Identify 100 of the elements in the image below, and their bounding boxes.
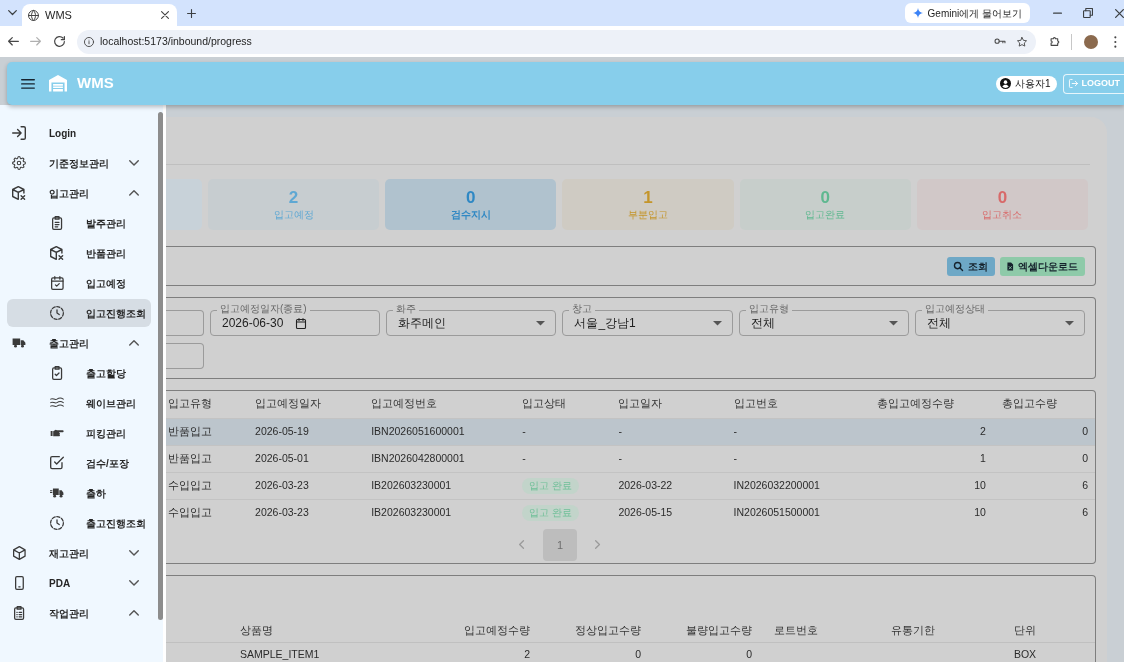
user-chip[interactable]: 사용자1 [995, 75, 1057, 92]
address-field[interactable]: localhost:5173/inbound/progress [77, 29, 1036, 54]
table-cell: 2026-05-01 [245, 445, 362, 472]
clock-icon [50, 306, 64, 320]
stat-count: 2 [288, 189, 299, 206]
gemini-button[interactable]: Gemini에게 물어보기 [904, 3, 1030, 23]
star-icon[interactable] [1017, 36, 1027, 47]
input-field[interactable] [166, 343, 204, 369]
sidebar-item[interactable]: 출고관리 [7, 329, 151, 357]
table-cell: 수입입고 [166, 472, 246, 499]
sidebar-item[interactable]: 재고관리 [7, 539, 151, 567]
puzzle-icon[interactable] [1050, 36, 1061, 47]
status-badge: 입고 완료 [522, 504, 580, 521]
table-cell: 1 [866, 445, 991, 472]
sidebar-item[interactable]: 기준정보관리 [7, 149, 151, 177]
table-cell: IBN2026051600001 [361, 418, 513, 445]
caret-down-icon [888, 320, 898, 326]
sparkle-icon [912, 8, 923, 18]
sidebar-item[interactable]: 반품관리 [7, 239, 151, 267]
sidebar-item[interactable]: PDA [7, 569, 151, 597]
column-header: 불량입고수량 [646, 620, 757, 642]
close-icon[interactable] [1115, 8, 1124, 18]
table-cell: - [512, 445, 609, 472]
table-cell: IBN2026042800001 [361, 445, 513, 472]
person-icon [999, 78, 1011, 89]
key-icon[interactable] [994, 38, 1006, 45]
stat-count: 0 [820, 189, 830, 206]
table-cell: 수입입고 [166, 499, 246, 526]
table-cell: IB202603230001 [361, 472, 513, 499]
sidebar-item[interactable]: 검수/포장 [7, 449, 151, 477]
sidebar-item[interactable]: 피킹관리 [7, 419, 151, 447]
caret-down-icon [712, 320, 722, 326]
table-cell: - [608, 418, 724, 445]
package-icon [12, 186, 26, 200]
table-row[interactable]: 수입입고 2026-03-23 IB202603230001 입고 완료 2026-03-22 IN2026032200001 10 6 [166, 472, 1095, 499]
stat-label: 입고예정 [273, 209, 314, 220]
table-cell: - [608, 445, 724, 472]
close-icon[interactable] [161, 11, 169, 19]
column-header: 입고번호 [723, 391, 867, 418]
table-cell: - [723, 418, 867, 445]
back-icon[interactable] [8, 37, 19, 46]
stat-label: 부분입고 [628, 209, 668, 220]
column-header: 입고예정수량 [460, 620, 535, 642]
table-row[interactable]: 반품입고 2026-05-19 IBN2026051600001 - - - 2 0 [166, 418, 1095, 445]
minimize-icon[interactable] [1053, 11, 1062, 15]
gear-icon [12, 156, 26, 170]
warehouse-icon [49, 75, 67, 92]
sidebar-item[interactable]: 발주관리 [7, 209, 151, 237]
phone-icon [14, 576, 24, 590]
login-icon [12, 126, 26, 140]
reload-icon[interactable] [54, 36, 65, 47]
table-cell: IB202603230001 [361, 499, 513, 526]
restore-icon[interactable] [1083, 8, 1093, 18]
more-icon[interactable] [1114, 35, 1117, 48]
chevron-down-icon[interactable] [8, 10, 17, 16]
table-row[interactable]: 반품입고 2026-05-01 IBN2026042800001 - - - 1 0 [166, 445, 1095, 472]
caret-down-icon [1065, 320, 1074, 326]
search-button[interactable]: 조회 [946, 256, 995, 276]
input-field[interactable] [166, 310, 204, 336]
package-icon [50, 246, 64, 260]
avatar[interactable] [1084, 34, 1098, 49]
table-cell: 2026-05-15 [608, 499, 724, 526]
info-icon[interactable] [84, 36, 94, 47]
table-cell: 2026-03-23 [245, 472, 362, 499]
excel-download-button[interactable]: 엑셀다운로드 [999, 256, 1085, 276]
calendar-icon [50, 276, 64, 290]
table-cell: 2026-05-19 [245, 418, 362, 445]
column-header: 입고유형 [166, 391, 246, 418]
file-icon [1006, 261, 1013, 271]
table-cell: 10 [866, 499, 991, 526]
column-header: 총입고수량 [990, 391, 1095, 418]
table-cell: 6 [990, 472, 1095, 499]
field-label: 입고유형 [745, 303, 792, 315]
menu-icon[interactable] [21, 78, 35, 89]
sidebar-item[interactable]: 작업관리 [7, 599, 151, 627]
table-cell: 반품입고 [166, 445, 246, 472]
sidebar-item[interactable]: 출고진행조회 [7, 509, 151, 537]
column-header: 정상입고수량 [535, 620, 646, 642]
table-row[interactable]: 수입입고 2026-03-23 IB202603230001 입고 완료 2026-05-15 IN2026051500001 10 6 [166, 499, 1095, 526]
browser-tab[interactable]: WMS [22, 4, 177, 26]
column-header: 총입고예정수량 [866, 391, 991, 418]
checkbox-icon [50, 456, 64, 470]
clock-icon [50, 516, 64, 530]
scrollbar-thumb[interactable] [158, 112, 163, 620]
column-header: 단위 [965, 620, 1095, 642]
sidebar-item[interactable]: 출하 [7, 479, 151, 507]
field-label: 창고 [569, 303, 596, 315]
table-cell: SAMPLE_ITEM1 [230, 642, 460, 662]
table-cell: BOX [965, 642, 1095, 662]
sidebar-item[interactable]: Login [7, 119, 151, 147]
table-cell: 10 [866, 472, 991, 499]
plus-icon[interactable] [187, 8, 196, 18]
stat-count: 1 [643, 189, 653, 206]
sidebar-item[interactable]: 입고예정 [7, 269, 151, 297]
table-cell: 2 [460, 642, 535, 662]
sidebar-item[interactable]: 웨이브관리 [7, 389, 151, 417]
caret-down-icon [536, 320, 546, 326]
sidebar-item[interactable]: 출고할당 [7, 359, 151, 387]
sidebar-item[interactable]: 입고관리 [7, 179, 151, 207]
sidebar-item[interactable]: 입고진행조회 [7, 299, 151, 327]
